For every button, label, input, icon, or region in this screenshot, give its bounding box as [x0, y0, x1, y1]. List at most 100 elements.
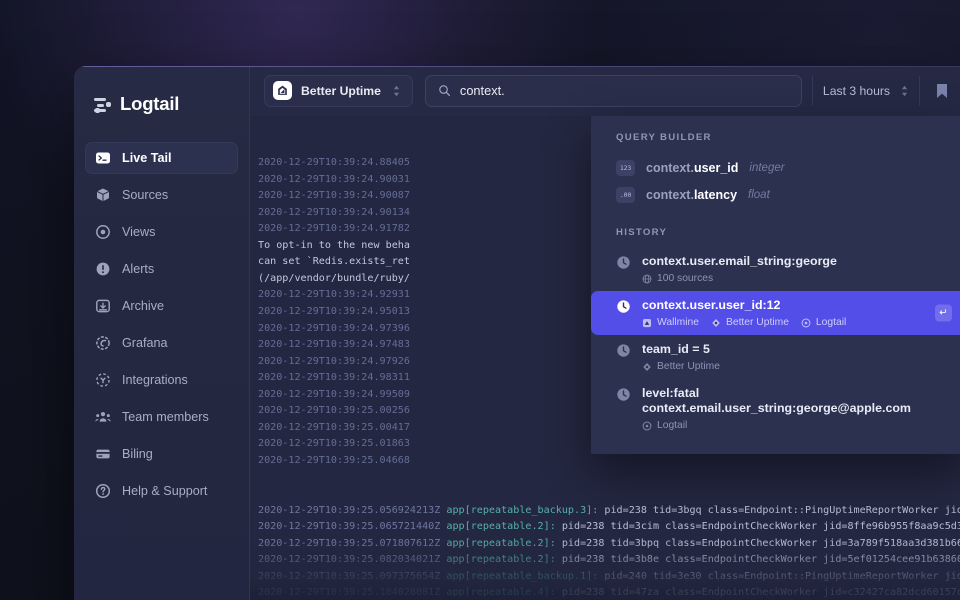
sidebar-item-label: Biling [122, 447, 153, 461]
log-app-tag: app[repeatable.4]: [446, 587, 556, 599]
source-label: Wallmine [657, 317, 699, 328]
time-range-label: Last 3 hours [822, 83, 890, 98]
clock-icon [616, 386, 631, 402]
clock-icon [616, 342, 631, 358]
better-uptime-icon [642, 362, 652, 372]
field-prefix: context. [646, 160, 694, 175]
log-app-tag: app[repeatable_backup.3]: [446, 504, 599, 516]
history-query-text: context.user.user_id:12 [642, 298, 781, 312]
query-builder-field[interactable]: .00 context.latency float [591, 181, 960, 208]
search-icon [439, 85, 450, 97]
log-line: 2020-12-29T10:39:25.065721440Z app[repea… [258, 519, 960, 536]
source-tag: Wallmine [642, 317, 699, 328]
history-heading: HISTORY [616, 227, 668, 238]
sidebar-item-label: Views [122, 225, 156, 239]
log-message: pid=238 tid=3b8e class=EndpointCheckWork… [561, 554, 960, 566]
log-line: 2020-12-29T10:39:25.04668 [258, 454, 410, 466]
source-tag: 100 sources [642, 273, 713, 284]
history-item[interactable]: context.user.email_string:george 100 sour… [591, 247, 960, 291]
sidebar-item-archive[interactable]: Archive [85, 290, 238, 322]
history-item[interactable]: level:fatal context.email.user_string:ge… [591, 379, 960, 438]
brand-name: Logtail [120, 93, 180, 114]
app-window: Logtail Live Tail Sources Views Alerts Archi… [74, 66, 960, 600]
project-name: Better Uptime [301, 83, 381, 98]
log-message: pid=238 tid=3bpq class=EndpointCheckWork… [561, 537, 960, 549]
query-builder-heading: QUERY BUILDER [616, 132, 712, 143]
sidebar-item-biling[interactable]: Biling [85, 438, 238, 470]
chevron-updown-icon [901, 85, 908, 96]
log-timestamp: 2020-12-29T10:39:25.104028081Z [258, 587, 441, 599]
log-line: 2020-12-29T10:39:25.104028081Z app[repea… [258, 585, 960, 600]
source-label: Better Uptime [725, 317, 789, 328]
clock-icon [616, 254, 631, 270]
integer-type-icon: 123 [616, 159, 635, 176]
sidebar-item-alerts[interactable]: Alerts [85, 253, 238, 285]
log-line: 2020-12-29T10:39:25.082034021Z app[repea… [258, 552, 960, 569]
integrations-icon [95, 372, 111, 388]
history-item-content: level:fatal context.email.user_string:ge… [642, 386, 939, 431]
bookmark-button[interactable] [920, 66, 960, 116]
source-label: Better Uptime [657, 361, 720, 372]
enter-key-icon: ↵ [935, 304, 952, 322]
history-query-text: level:fatal context.email.user_string:ge… [642, 386, 911, 415]
log-message: pid=238 tid=47za class=EndpointCheckWork… [561, 587, 960, 599]
log-app-tag: app[repeatable.2]: [446, 521, 556, 533]
sidebar-item-label: Team members [122, 410, 209, 424]
source-tag: Better Uptime [711, 317, 789, 328]
sidebar-item-label: Live Tail [122, 151, 172, 165]
float-type-icon: .00 [616, 186, 635, 203]
sidebar-item-grafana[interactable]: Grafana [85, 327, 238, 359]
better-uptime-logo-icon [273, 81, 292, 100]
source-label: Logtail [815, 317, 847, 328]
log-line: 2020-12-29T10:39:25.097375654Z app[repea… [258, 569, 960, 586]
history-sources: Wallmine Better Uptime Logtail [642, 317, 846, 328]
sidebar-item-views[interactable]: Views [85, 216, 238, 248]
source-tag: Logtail [642, 420, 687, 431]
archive-icon [95, 298, 111, 314]
sidebar-item-label: Help & Support [122, 484, 208, 498]
top-bar: Better Uptime context. Last 3 hours [250, 66, 960, 116]
query-builder-field-name: context.user_id [646, 161, 738, 175]
history-item[interactable]: context.user.user_id:12 Wallmine Better Up… [591, 291, 960, 335]
query-builder-field-type: integer [749, 161, 785, 174]
box-icon [95, 187, 111, 203]
sidebar: Logtail Live Tail Sources Views Alerts Archi… [74, 66, 250, 600]
log-timestamp: 2020-12-29T10:39:25.082034021Z [258, 554, 441, 566]
source-tag: Better Uptime [642, 361, 720, 372]
log-app-tag: app[repeatable.2]: [446, 554, 556, 566]
sidebar-item-help-support[interactable]: Help & Support [85, 475, 238, 507]
sidebar-item-label: Alerts [122, 262, 155, 276]
query-builder-field[interactable]: 123 context.user_id integer [591, 154, 960, 181]
history-item-content: team_id = 5 Better Uptime [642, 342, 720, 372]
sidebar-item-sources[interactable]: Sources [85, 179, 238, 211]
source-tag: Logtail [801, 317, 846, 328]
field-key: latency [693, 187, 738, 202]
bookmark-icon [937, 83, 947, 98]
history-sources: 100 sources [642, 273, 837, 284]
history-query-text: context.user.email_string:george [642, 254, 837, 268]
time-range-selector[interactable]: Last 3 hours [813, 75, 919, 107]
sidebar-item-live-tail[interactable]: Live Tail [85, 142, 238, 174]
wallmine-icon [642, 318, 652, 328]
grafana-icon [95, 335, 111, 351]
log-lines-bottom: 2020-12-29T10:39:25.056924213Z app[repea… [258, 503, 960, 600]
terminal-icon [95, 150, 111, 166]
log-timestamp: 2020-12-29T10:39:25.056924213Z [258, 504, 441, 516]
history-item[interactable]: team_id = 5 Better Uptime [591, 335, 960, 379]
sidebar-item-integrations[interactable]: Integrations [85, 364, 238, 396]
history-sources: Better Uptime [642, 361, 720, 372]
search-field[interactable]: context. [424, 74, 802, 107]
history-item-content: context.user.email_string:george 100 sour… [642, 254, 837, 284]
sidebar-item-label: Archive [122, 299, 164, 313]
log-line: 2020-12-29T10:39:25.056924213Z app[repea… [258, 503, 960, 520]
log-message: pid=238 tid=3bgq class=Endpoint::PingUpt… [604, 504, 960, 516]
logtail-logo-icon [94, 96, 111, 113]
sidebar-item-team-members[interactable]: Team members [85, 401, 238, 433]
source-label: Logtail [657, 420, 688, 431]
log-message: pid=238 tid=3cim class=EndpointCheckWork… [561, 521, 960, 533]
project-selector[interactable]: Better Uptime [264, 74, 413, 107]
history-sources: Logtail [642, 420, 939, 431]
log-app-tag: app[repeatable_backup.1]: [446, 570, 599, 582]
query-builder-field-name: context.latency [646, 188, 737, 202]
team-icon [95, 409, 111, 425]
